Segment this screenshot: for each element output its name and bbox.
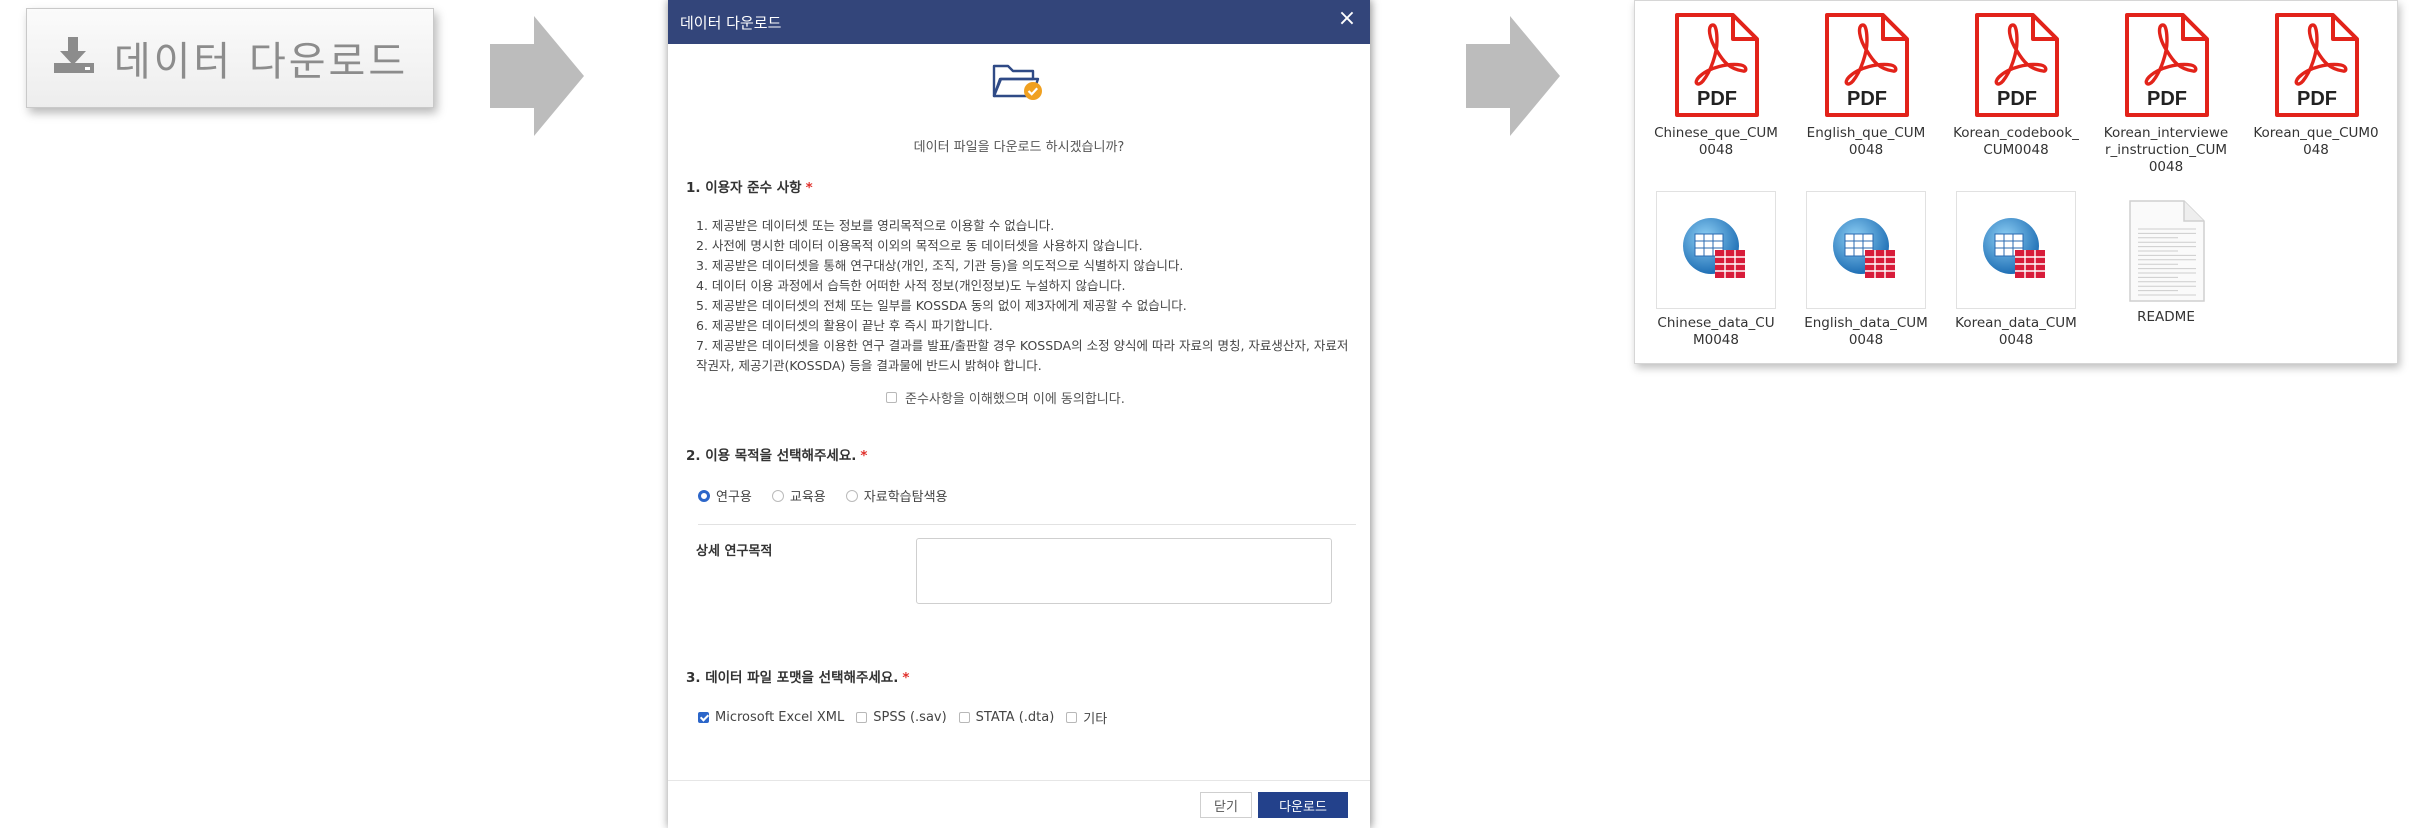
rule-item: 1. 제공받은 데이터셋 또는 정보를 영리목적으로 이용할 수 없습니다. bbox=[696, 218, 1055, 233]
pdf-file-item[interactable]: PDF Korean_que_CUM0048 bbox=[2253, 11, 2379, 159]
file-name: Korean_data_CUM0048 bbox=[1955, 315, 2077, 348]
folder-check-icon bbox=[990, 60, 1044, 106]
radio-button[interactable] bbox=[845, 489, 858, 502]
rule-item: 5. 제공받은 데이터셋의 전체 또는 일부를 KOSSDA 동의 없이 제3자… bbox=[696, 298, 1187, 313]
download-modal: 데이터 다운로드 × 데이터 파일을 다운로드 하시겠습니까? 1. 이용자 준… bbox=[668, 0, 1370, 828]
data-download-button[interactable]: 데이터 다운로드 bbox=[26, 8, 434, 108]
purpose-radio-explore[interactable]: 자료학습탐색용 bbox=[845, 486, 948, 505]
arrow-right-icon bbox=[1466, 16, 1560, 136]
agree-checkbox-box[interactable] bbox=[886, 392, 897, 403]
rule-item: 7. 제공받은 데이터셋을 이용한 연구 결과를 발표/출판할 경우 KOSSD… bbox=[696, 338, 1349, 373]
file-explorer-panel: PDF Chinese_que_CUM0048 PDF English_que_… bbox=[1634, 0, 2398, 364]
pdf-file-icon: PDF bbox=[2121, 11, 2211, 119]
excel-file-item[interactable]: Chinese_data_CUM0048 bbox=[1653, 191, 1779, 349]
svg-text:PDF: PDF bbox=[1997, 88, 2037, 110]
svg-text:PDF: PDF bbox=[1697, 88, 1737, 110]
checkbox[interactable] bbox=[1066, 712, 1078, 723]
excel-file-icon bbox=[1656, 191, 1776, 309]
checkbox-label: 기타 bbox=[1083, 712, 1108, 727]
pdf-file-icon: PDF bbox=[1821, 11, 1911, 119]
file-name: README bbox=[2137, 309, 2195, 325]
text-file-icon bbox=[2126, 199, 2206, 303]
section-2-title-text: 2. 이용 목적을 선택해주세요. bbox=[686, 448, 857, 464]
section-3-title-text: 3. 데이터 파일 포맷을 선택해주세요. bbox=[686, 670, 899, 686]
pdf-file-icon: PDF bbox=[2271, 11, 2361, 119]
rule-item: 6. 제공받은 데이터셋의 활용이 끝난 후 즉시 파기합니다. bbox=[696, 318, 993, 333]
excel-file-icon bbox=[1806, 191, 1926, 309]
section-2-title: 2. 이용 목적을 선택해주세요. * bbox=[686, 444, 867, 464]
download-icon bbox=[52, 37, 98, 79]
checkbox[interactable] bbox=[958, 712, 970, 723]
pdf-file-icon: PDF bbox=[1671, 11, 1761, 119]
detail-purpose-textarea[interactable] bbox=[916, 538, 1332, 604]
rule-item: 2. 사전에 명시한 데이터 이용목적 이외의 목적으로 동 데이터셋을 사용하… bbox=[696, 238, 1143, 253]
rule-item: 3. 제공받은 데이터셋을 통해 연구대상(개인, 조직, 기관 등)을 의도적… bbox=[696, 258, 1184, 273]
file-name: Chinese_data_CUM0048 bbox=[1657, 315, 1775, 348]
pdf-file-item[interactable]: PDF Korean_interviewer_instruction_CUM00… bbox=[2103, 11, 2229, 176]
pdf-file-item[interactable]: PDF Chinese_que_CUM0048 bbox=[1653, 11, 1779, 159]
pdf-file-item[interactable]: PDF English_que_CUM0048 bbox=[1803, 11, 1929, 159]
checkbox-label: SPSS (.sav) bbox=[873, 710, 947, 725]
section-3-title: 3. 데이터 파일 포맷을 선택해주세요. * bbox=[686, 666, 909, 686]
file-name: Korean_que_CUM0048 bbox=[2253, 125, 2379, 158]
radio-label: 연구용 bbox=[716, 490, 752, 505]
format-checkbox-excel[interactable]: Microsoft Excel XML bbox=[698, 710, 844, 725]
download-question: 데이터 파일을 다운로드 하시겠습니까? bbox=[913, 140, 1125, 155]
format-checkbox-group: Microsoft Excel XML SPSS (.sav) STATA (.… bbox=[698, 708, 1119, 727]
detail-purpose-label: 상세 연구목적 bbox=[696, 544, 773, 559]
pdf-file-icon: PDF bbox=[1971, 11, 2061, 119]
agree-label: 준수사항을 이해했으며 이에 동의합니다. bbox=[905, 392, 1125, 407]
file-name: English_que_CUM0048 bbox=[1806, 125, 1926, 158]
required-mark: * bbox=[805, 180, 813, 196]
checkbox[interactable] bbox=[698, 712, 709, 723]
svg-text:PDF: PDF bbox=[2297, 88, 2337, 110]
radio-label: 자료학습탐색용 bbox=[863, 490, 948, 505]
required-mark: * bbox=[860, 448, 868, 464]
purpose-radio-group: 연구용 교육용 자료학습탐색용 bbox=[698, 486, 968, 505]
excel-file-icon bbox=[1956, 191, 2076, 309]
arrow-right-icon bbox=[490, 16, 584, 136]
text-file-item[interactable]: README bbox=[2103, 191, 2229, 326]
section-1-title: 1. 이용자 준수 사항 * bbox=[686, 176, 813, 196]
modal-header: 데이터 다운로드 × bbox=[668, 0, 1370, 44]
format-checkbox-stata[interactable]: STATA (.dta) bbox=[958, 710, 1055, 725]
required-mark: * bbox=[902, 670, 910, 686]
purpose-radio-education[interactable]: 교육용 bbox=[771, 486, 826, 505]
modal-title: 데이터 다운로드 bbox=[680, 13, 782, 32]
svg-text:PDF: PDF bbox=[1847, 88, 1887, 110]
download-button[interactable]: 다운로드 bbox=[1258, 792, 1348, 818]
excel-file-item[interactable]: Korean_data_CUM0048 bbox=[1953, 191, 2079, 349]
purpose-radio-research[interactable]: 연구용 bbox=[698, 486, 752, 505]
modal-footer-divider bbox=[668, 780, 1370, 781]
download-button-label: 데이터 다운로드 bbox=[113, 39, 409, 85]
radio-button[interactable] bbox=[698, 489, 710, 502]
agree-checkbox[interactable]: 준수사항을 이해했으며 이에 동의합니다. bbox=[886, 388, 1125, 407]
checkbox-label: Microsoft Excel XML bbox=[715, 710, 845, 725]
file-name: English_data_CUM0048 bbox=[1804, 315, 1928, 348]
file-name: Korean_codebook_CUM0048 bbox=[1953, 125, 2079, 158]
close-icon[interactable]: × bbox=[1334, 6, 1360, 32]
rule-item: 4. 데이터 이용 과정에서 습득한 어떠한 사적 정보(개인정보)도 누설하지… bbox=[696, 278, 1126, 293]
file-name: Chinese_que_CUM0048 bbox=[1654, 125, 1778, 158]
radio-button[interactable] bbox=[771, 489, 784, 502]
checkbox[interactable] bbox=[856, 712, 868, 723]
file-name: Korean_interviewer_instruction_CUM0048 bbox=[2103, 125, 2229, 175]
pdf-file-item[interactable]: PDF Korean_codebook_CUM0048 bbox=[1953, 11, 2079, 159]
section-1-title-text: 1. 이용자 준수 사항 bbox=[686, 180, 802, 196]
format-checkbox-other[interactable]: 기타 bbox=[1066, 708, 1107, 727]
rules-list: 1. 제공받은 데이터셋 또는 정보를 영리목적으로 이용할 수 없습니다. 2… bbox=[696, 216, 1356, 376]
radio-label: 교육용 bbox=[789, 490, 826, 505]
excel-file-item[interactable]: English_data_CUM0048 bbox=[1803, 191, 1929, 349]
close-button[interactable]: 닫기 bbox=[1200, 792, 1252, 818]
format-checkbox-spss[interactable]: SPSS (.sav) bbox=[856, 710, 947, 725]
svg-text:PDF: PDF bbox=[2147, 88, 2187, 110]
checkbox-label: STATA (.dta) bbox=[975, 710, 1055, 725]
